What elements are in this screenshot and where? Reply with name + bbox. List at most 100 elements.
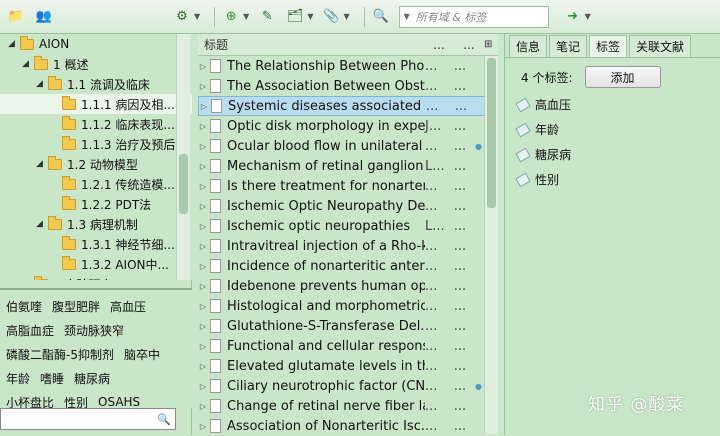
expand-arrow-icon[interactable]: ▷: [198, 142, 208, 151]
chevron-down-icon[interactable]: ▼: [194, 12, 200, 21]
tree-item[interactable]: 1.1.2 临床表现...: [0, 114, 192, 134]
expand-arrow-icon[interactable]: ▷: [198, 402, 208, 411]
tag-selector-item[interactable]: OSAHS: [98, 395, 140, 409]
tree-item[interactable]: ◢ 1.2 动物模型: [0, 154, 192, 174]
tag-selector-item[interactable]: 磷酸二酯酶-5抑制剂: [6, 346, 114, 363]
new-collection-icon[interactable]: 📁: [6, 7, 26, 27]
tag-selector-item[interactable]: 颈动脉狭窄: [64, 322, 124, 339]
magic-wand-icon[interactable]: ✎: [257, 7, 277, 27]
tag-filter-input[interactable]: 🔍: [0, 408, 176, 430]
search-icon[interactable]: 🔍: [371, 7, 391, 27]
expand-arrow-icon[interactable]: ▷: [199, 102, 209, 111]
tree-item[interactable]: ◢ 1 概述: [0, 54, 192, 74]
expand-arrow-icon[interactable]: ▷: [198, 282, 208, 291]
tree-scrollbar[interactable]: [176, 34, 190, 280]
expand-arrow-icon[interactable]: ▷: [198, 322, 208, 331]
tree-item[interactable]: ◢ 2 实验研究: [0, 274, 192, 280]
tag-selector-item[interactable]: 伯氨喹: [6, 298, 42, 315]
expand-arrow-icon[interactable]: ▷: [198, 202, 208, 211]
tree-item[interactable]: 1.2.1 传统造模...: [0, 174, 192, 194]
tag-item[interactable]: 年龄: [515, 121, 720, 138]
list-item[interactable]: ▷ Optic disk morphology in expe... J......: [198, 116, 498, 136]
expand-arrow-icon[interactable]: ▷: [198, 362, 208, 371]
list-item[interactable]: ▷ Idebenone prevents human op.........: [198, 276, 498, 296]
tag-selector-item[interactable]: 腹型肥胖: [52, 298, 100, 315]
list-scrollbar[interactable]: [484, 56, 498, 434]
expand-arrow-icon[interactable]: ▷: [198, 302, 208, 311]
tree-item[interactable]: ◢ AION: [0, 34, 192, 54]
scrollbar-thumb[interactable]: [179, 154, 188, 214]
expand-arrow-icon[interactable]: ▷: [198, 262, 208, 271]
list-item[interactable]: ▷ Ischemic optic neuropathies L......: [198, 216, 498, 236]
list-item[interactable]: ▷ Functional and cellular respons........…: [198, 336, 498, 356]
list-item[interactable]: ▷ Mechanism of retinal ganglion ... L.....…: [198, 156, 498, 176]
tag-item[interactable]: 性别: [515, 171, 720, 188]
expand-arrow-icon[interactable]: ▷: [198, 82, 208, 91]
list-item[interactable]: ▷ The Association Between Obstr.........: [198, 76, 498, 96]
search-input[interactable]: ▼ 所有域 & 标签: [398, 5, 549, 28]
expand-arrow-icon[interactable]: ▷: [198, 62, 208, 71]
scrollbar-thumb[interactable]: [487, 58, 496, 208]
list-item[interactable]: ▷ Is there treatment for nonarter........…: [198, 176, 498, 196]
list-item[interactable]: ▷ Intravitreal injection of a Rho-k......…: [198, 236, 498, 256]
chevron-down-icon[interactable]: ▼: [343, 12, 349, 21]
expand-arrow-icon[interactable]: ▷: [198, 182, 208, 191]
chevron-down-icon[interactable]: ▼: [243, 12, 249, 21]
list-item[interactable]: ▷ Glutathione-S-Transferase Del.........: [198, 316, 498, 336]
chevron-down-icon[interactable]: ▼: [307, 12, 313, 21]
tag-selector-item[interactable]: 糖尿病: [74, 370, 110, 387]
tree-item[interactable]: 1.1.1 病因及相...: [0, 94, 192, 114]
column-picker-icon[interactable]: ⊞: [484, 39, 498, 50]
expand-arrow-icon[interactable]: ▷: [198, 222, 208, 231]
tag-selector-item[interactable]: 高脂血症: [6, 322, 54, 339]
list-item[interactable]: ▷ Change of retinal nerve fiber la.......…: [198, 396, 498, 416]
expand-arrow-icon[interactable]: ▷: [198, 242, 208, 251]
gear-icon[interactable]: ⚙: [172, 7, 192, 27]
tree-item[interactable]: 1.2.2 PDT法: [0, 194, 192, 214]
expand-arrow-icon[interactable]: ◢: [22, 59, 34, 69]
list-item[interactable]: ▷ The Relationship Between Pho.........: [198, 56, 498, 76]
tab-0[interactable]: 信息: [509, 35, 548, 57]
chevron-down-icon[interactable]: ▼: [585, 12, 591, 21]
new-item-icon[interactable]: ⊕: [221, 7, 241, 27]
expand-arrow-icon[interactable]: ▷: [198, 382, 208, 391]
expand-arrow-icon[interactable]: ◢: [36, 159, 48, 169]
expand-arrow-icon[interactable]: ◢: [36, 219, 48, 229]
list-item[interactable]: ▷ Association of Nonarteritic Isc........…: [198, 416, 498, 436]
list-item[interactable]: ▷ Ocular blood flow in unilateral .......…: [198, 136, 498, 156]
add-tag-button[interactable]: 添加: [584, 66, 661, 88]
attachment-icon[interactable]: 📎: [321, 7, 341, 27]
tree-item[interactable]: 1.3.2 AION中...: [0, 254, 192, 274]
list-item[interactable]: ▷ Incidence of nonarteritic anteri.......…: [198, 256, 498, 276]
column-header-creator[interactable]: ...: [424, 38, 454, 52]
tag-selector-item[interactable]: 嗜睡: [40, 370, 64, 387]
tree-item[interactable]: ◢ 1.3 病理机制: [0, 214, 192, 234]
list-item[interactable]: ▷ Elevated glutamate levels in th........…: [198, 356, 498, 376]
tab-1[interactable]: 笔记: [549, 35, 588, 57]
expand-arrow-icon[interactable]: ▷: [198, 162, 208, 171]
tree-item[interactable]: 1.1.3 治疗及预后: [0, 134, 192, 154]
tag-selector-item[interactable]: 高血压: [110, 298, 146, 315]
list-item[interactable]: ▷ Ischemic Optic Neuropathy De.........: [198, 196, 498, 216]
column-header-date[interactable]: ...: [454, 38, 484, 52]
expand-arrow-icon[interactable]: ◢: [36, 79, 48, 89]
tab-2[interactable]: 标签: [589, 35, 628, 57]
tag-item[interactable]: 高血压: [515, 96, 720, 113]
tag-item[interactable]: 糖尿病: [515, 146, 720, 163]
expand-arrow-icon[interactable]: ◢: [22, 279, 34, 280]
column-header-title[interactable]: 标题: [204, 36, 424, 53]
locate-arrow-icon[interactable]: ➜: [563, 7, 583, 27]
tag-selector-item[interactable]: 脑卒中: [124, 346, 160, 363]
expand-arrow-icon[interactable]: ▷: [198, 422, 208, 431]
tab-3[interactable]: 关联文献: [629, 35, 692, 57]
tag-selector-item[interactable]: 年龄: [6, 370, 30, 387]
list-item[interactable]: ▷ Systemic diseases associated w.........: [198, 96, 498, 116]
tree-item[interactable]: ◢ 1.1 流调及临床: [0, 74, 192, 94]
tree-item[interactable]: 1.3.1 神经节细...: [0, 234, 192, 254]
expand-arrow-icon[interactable]: ▷: [198, 342, 208, 351]
expand-arrow-icon[interactable]: ◢: [8, 39, 20, 49]
attach-folder-icon[interactable]: 🗂: [285, 7, 305, 27]
expand-arrow-icon[interactable]: ▷: [198, 122, 208, 131]
search-mode-dropdown-icon[interactable]: ▼: [404, 12, 410, 21]
new-group-icon[interactable]: 👥: [34, 7, 54, 27]
